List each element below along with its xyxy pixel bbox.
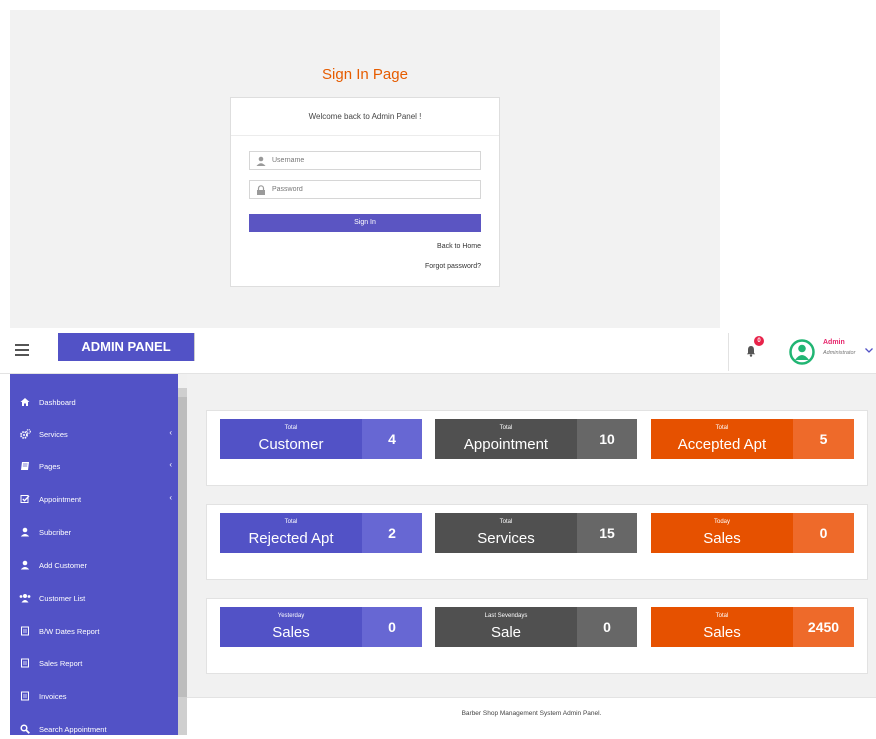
user-role: Administrator (823, 350, 856, 356)
file-icon (19, 690, 31, 702)
book-icon (19, 460, 31, 472)
sidebar-item-add-customer[interactable]: Add Customer (10, 555, 178, 575)
sidebar-item-sales-report[interactable]: Sales Report (10, 653, 178, 673)
sidebar-item-label: Services (39, 429, 68, 439)
sidebar-item-subcriber[interactable]: Subcriber (10, 522, 178, 542)
sidebar-item-label: B/W Dates Report (39, 626, 100, 636)
users-icon (19, 592, 31, 604)
sidebar-item-label: Add Customer (39, 560, 87, 570)
stat-card-accepted-apt[interactable]: Total Accepted Apt 5 (651, 419, 854, 459)
sidebar-item-label: Appointment (39, 494, 82, 504)
stat-value: 5 (793, 419, 854, 459)
forgot-password-link[interactable]: Forgot password? (425, 263, 481, 270)
search-icon (19, 723, 31, 735)
lock-icon (256, 184, 266, 195)
scrollbar-up-arrow[interactable] (178, 374, 187, 388)
cogs-icon (19, 428, 31, 440)
signin-section: Sign In Page Welcome back to Admin Panel… (10, 10, 720, 328)
sidebar-item-services[interactable]: Services ‹ (10, 424, 178, 444)
sidebar-item-bw-dates-report[interactable]: B/W Dates Report (10, 621, 178, 641)
back-to-home-link[interactable]: Back to Home (437, 243, 481, 250)
stat-card-last-sevendays-sale[interactable]: Last Sevendays Sale 0 (435, 607, 637, 647)
footer-text: Barber Shop Management System Admin Pane… (187, 697, 876, 735)
sidebar-item-label: Sales Report (39, 658, 83, 668)
check-square-icon (19, 493, 31, 505)
signin-title: Sign In Page (322, 66, 408, 83)
stat-value: 15 (577, 513, 637, 553)
username-field[interactable] (249, 151, 481, 170)
notification-badge: 0 (754, 336, 764, 346)
sidebar-item-appointment[interactable]: Appointment ‹ (10, 489, 178, 509)
sidebar-item-label: Subcriber (39, 527, 72, 537)
file-icon (19, 657, 31, 669)
stat-value: 0 (793, 513, 854, 553)
sidebar-item-label: Search Appointment (39, 724, 107, 734)
stat-card-total-services[interactable]: Total Services 15 (435, 513, 637, 553)
sidebar-item-label: Invoices (39, 691, 67, 701)
stat-card-total-appointment[interactable]: Total Appointment 10 (435, 419, 637, 459)
stat-card-today-sales[interactable]: Today Sales 0 (651, 513, 854, 553)
password-field[interactable] (249, 180, 481, 199)
user-name[interactable]: Admin (823, 339, 845, 346)
stat-value: 0 (362, 607, 422, 647)
username-input[interactable] (272, 157, 472, 164)
stat-value: 2450 (793, 607, 854, 647)
stat-value: 0 (577, 607, 637, 647)
sidebar-item-label: Pages (39, 461, 61, 471)
stat-value: 2 (362, 513, 422, 553)
sidebar-item-invoices[interactable]: Invoices (10, 686, 178, 706)
stat-card-total-customer[interactable]: Total Customer 4 (220, 419, 422, 459)
user-icon (19, 559, 31, 571)
stat-card-total-sales[interactable]: Total Sales 2450 (651, 607, 854, 647)
sidebar-item-pages[interactable]: Pages ‹ (10, 456, 178, 476)
file-icon (19, 625, 31, 637)
user-icon (19, 526, 31, 538)
bell-icon[interactable] (745, 344, 757, 357)
chevron-left-icon: ‹ (169, 460, 172, 469)
sidebar-item-search-appointment[interactable]: Search Appointment (10, 719, 178, 739)
menu-toggle-icon[interactable] (15, 344, 29, 356)
chevron-left-icon: ‹ (169, 428, 172, 437)
password-input[interactable] (272, 186, 472, 193)
stat-card-rejected-apt[interactable]: Total Rejected Apt 2 (220, 513, 422, 553)
signin-button[interactable]: Sign In (249, 214, 481, 232)
signin-card: Welcome back to Admin Panel ! Sign In Ba… (230, 97, 500, 287)
chevron-down-icon[interactable] (864, 342, 874, 353)
sidebar-item-customer-list[interactable]: Customer List (10, 588, 178, 608)
sidebar-item-dashboard[interactable]: Dashboard (10, 392, 178, 412)
sidebar-item-label: Dashboard (39, 397, 76, 407)
stat-card-yesterday-sales[interactable]: Yesterday Sales 0 (220, 607, 422, 647)
sidebar-item-label: Customer List (39, 593, 86, 603)
stat-value: 10 (577, 419, 637, 459)
stat-value: 4 (362, 419, 422, 459)
avatar[interactable] (789, 339, 815, 365)
chevron-left-icon: ‹ (169, 493, 172, 502)
home-icon (19, 396, 31, 408)
brand-logo[interactable]: ADMIN PANEL (58, 333, 194, 361)
user-icon (256, 156, 266, 166)
welcome-text: Welcome back to Admin Panel ! (231, 98, 499, 136)
scrollbar-thumb[interactable] (178, 397, 187, 697)
